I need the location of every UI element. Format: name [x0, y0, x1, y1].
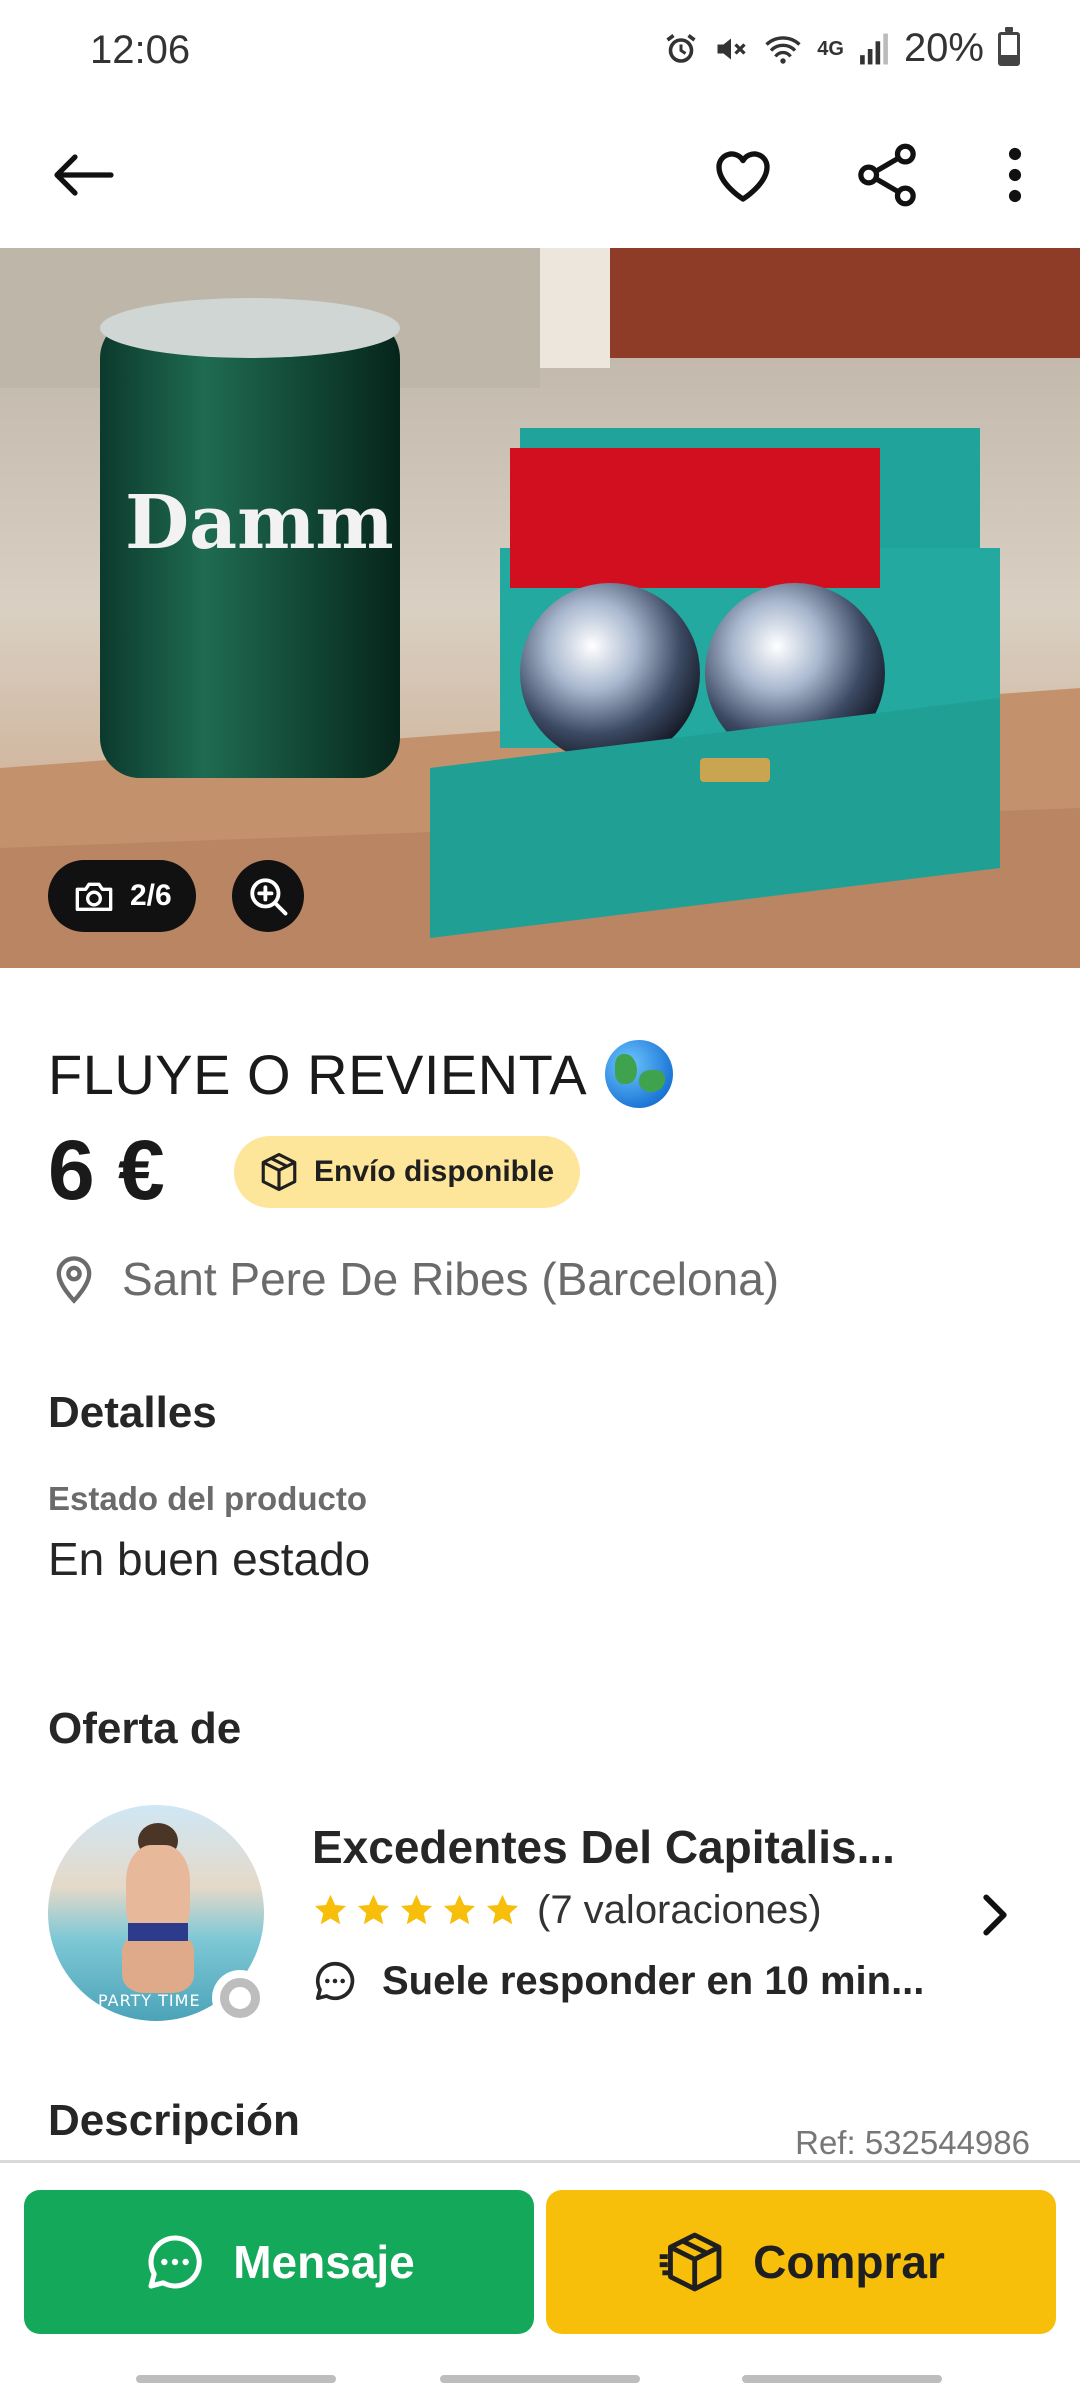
- wifi-icon: [765, 35, 801, 64]
- reference-number: Ref: 532544986: [795, 2124, 1030, 2161]
- battery-icon: [998, 26, 1020, 66]
- share-icon: [858, 143, 916, 207]
- star-icon: [314, 1894, 347, 1925]
- seller-profile-chevron[interactable]: [980, 1893, 1010, 1942]
- battery-percent: 20%: [903, 26, 984, 70]
- photo-counter[interactable]: 2/6: [48, 860, 196, 932]
- chevron-right-icon: [983, 1894, 1007, 1936]
- description-heading: Descripción: [48, 2096, 300, 2145]
- package-icon: [659, 2232, 722, 2292]
- network-type: 4G: [817, 37, 844, 60]
- location-pin-icon: [56, 1256, 92, 1304]
- heart-icon: [716, 151, 770, 202]
- favorite-button[interactable]: [698, 130, 788, 220]
- message-button[interactable]: Mensaje: [24, 2190, 534, 2334]
- buy-button[interactable]: Comprar: [546, 2190, 1056, 2334]
- signal-icon: [860, 33, 888, 64]
- ratings-count: (7 valoraciones): [537, 1888, 822, 1932]
- shipping-badge: Envío disponible: [234, 1136, 581, 1208]
- svg-text:Damm: Damm: [125, 480, 394, 566]
- buy-button-label: Comprar: [753, 2236, 945, 2288]
- star-icon: [486, 1894, 519, 1925]
- status-time: 12:06: [90, 28, 191, 72]
- seller-name[interactable]: Excedentes Del Capitalis...: [312, 1820, 895, 1874]
- seller-heading: Oferta de: [48, 1704, 242, 1753]
- condition-label: Estado del producto: [48, 1480, 368, 1517]
- message-button-label: Mensaje: [233, 2236, 415, 2288]
- shipping-badge-label: Envío disponible: [314, 1155, 555, 1188]
- bottom-action-bar: Mensaje Comprar: [0, 2160, 1080, 2400]
- back-button[interactable]: [38, 130, 128, 220]
- seller-rating[interactable]: (7 valoraciones): [312, 1888, 822, 1933]
- photo-counter-label: 2/6: [130, 879, 172, 912]
- more-options-button[interactable]: [970, 130, 1060, 220]
- status-icons: 4G 20%: [663, 26, 1020, 71]
- chat-bubble-icon: [315, 1961, 355, 2001]
- seller-status-indicator: [212, 1970, 268, 2026]
- zoom-button[interactable]: [232, 860, 304, 932]
- avatar-caption: PARTY TIME: [98, 1991, 201, 2010]
- status-bar: 12:06 4G 20%: [0, 0, 1080, 100]
- package-icon: [261, 1152, 297, 1192]
- back-arrow-icon: [54, 154, 114, 196]
- details-heading: Detalles: [48, 1388, 217, 1437]
- alarm-icon: [666, 33, 696, 63]
- response-time-text: Suele responder en 10 min...: [382, 1958, 925, 2003]
- nav-bar-handle: [440, 2375, 640, 2383]
- product-title: FLUYE O REVIENTA: [48, 1040, 674, 1108]
- product-price: 6 €: [48, 1123, 165, 1217]
- seller-response-time: Suele responder en 10 min...: [312, 1958, 924, 2004]
- star-icon: [400, 1894, 433, 1925]
- chat-icon: [148, 2235, 202, 2289]
- more-vertical-icon: [1008, 147, 1022, 203]
- zoom-in-icon: [250, 878, 288, 916]
- star-icon: [357, 1894, 390, 1925]
- camera-icon: [75, 882, 113, 911]
- product-title-text: FLUYE O REVIENTA: [48, 1042, 588, 1106]
- app-bar: [0, 110, 1080, 240]
- mute-icon: [717, 38, 746, 59]
- location-text: Sant Pere De Ribes (Barcelona): [122, 1253, 780, 1305]
- share-button[interactable]: [842, 130, 932, 220]
- nav-bar-handle: [136, 2375, 336, 2383]
- condition-value: En buen estado: [48, 1533, 371, 1585]
- globe-emoji-icon: [605, 1040, 674, 1108]
- nav-bar-handle: [742, 2375, 942, 2383]
- product-location[interactable]: Sant Pere De Ribes (Barcelona): [48, 1252, 779, 1306]
- star-icon: [443, 1894, 476, 1925]
